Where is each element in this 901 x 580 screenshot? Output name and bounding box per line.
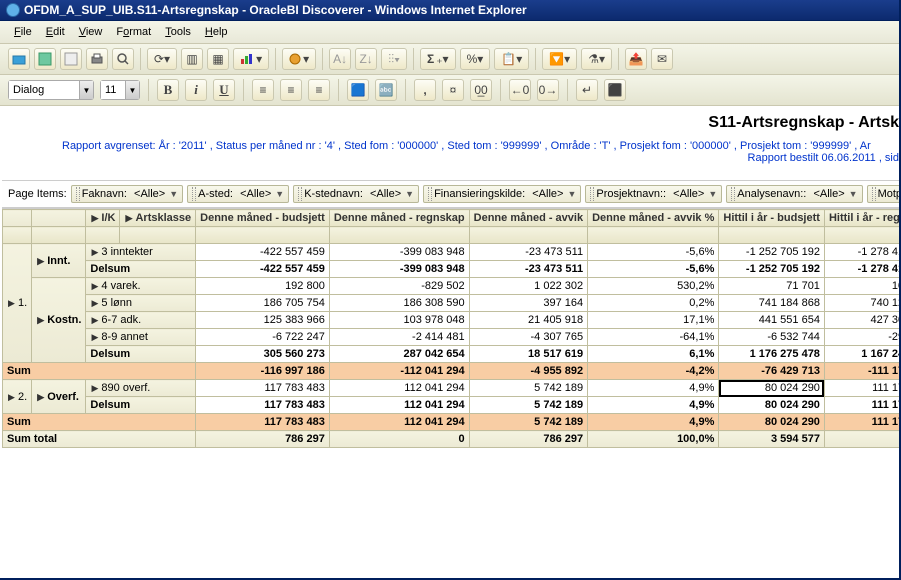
page-item-motpar[interactable]: Motpar: [867, 185, 899, 203]
col-hi-budsjett[interactable]: Hittil i år - budsjett: [719, 210, 825, 227]
col-hi-regnskap[interactable]: Hittil i år - regnskap: [824, 210, 899, 227]
window-titlebar: OFDM_A_SUP_UIB.S11-Artsregnskap - Oracle…: [0, 0, 899, 21]
pivot-table[interactable]: ▶I/K ▶Artsklasse Denne måned - budsjett …: [2, 208, 899, 448]
page-item-asted[interactable]: A-sted: <Alle>▼: [187, 185, 289, 203]
underline-button[interactable]: U: [213, 79, 235, 101]
menu-file[interactable]: File: [8, 24, 38, 40]
col-expand1[interactable]: [3, 210, 32, 227]
edit-sheet-icon[interactable]: ▥: [181, 48, 203, 70]
table-row[interactable]: ▶8-9 annet -6 722 247-2 414 481-4 307 76…: [3, 329, 900, 346]
chevron-down-icon[interactable]: ▼: [80, 80, 94, 100]
bold-button[interactable]: B: [157, 79, 179, 101]
number-button[interactable]: 0̲0: [470, 79, 492, 101]
page-item-kstednavn[interactable]: K-stednavn: <Alle>▼: [293, 185, 419, 203]
dec-decimal-button[interactable]: 0→: [537, 79, 559, 101]
page-item-faknavn[interactable]: Faknavn: <Alle>▼: [71, 185, 183, 203]
page-items-bar: Page Items: Faknavn: <Alle>▼ A-sted: <Al…: [2, 180, 899, 208]
currency-button[interactable]: ¤: [442, 79, 464, 101]
delsum-row[interactable]: Delsum 305 560 273287 042 65418 517 6196…: [3, 346, 900, 363]
report-subtitle: Rapport avgrenset: År : '2011' , Status …: [2, 140, 899, 152]
italic-button[interactable]: i: [185, 79, 207, 101]
sort-asc-icon[interactable]: A↓: [329, 48, 351, 70]
wrap-text-button[interactable]: ↵: [576, 79, 598, 101]
header-row: ▶I/K ▶Artsklasse Denne måned - budsjett …: [3, 210, 900, 227]
chevron-down-icon[interactable]: ▼: [126, 80, 140, 100]
col-expand2[interactable]: [32, 210, 86, 227]
page-item-finansiering[interactable]: Finansieringskilde: <Alle>▼: [423, 185, 581, 203]
font-name-input[interactable]: [8, 80, 80, 100]
page-item-prosjektnavn[interactable]: Prosjektnavn:: <Alle>▼: [585, 185, 722, 203]
bgcolor-button[interactable]: 🟦: [347, 79, 369, 101]
window-title: OFDM_A_SUP_UIB.S11-Artsregnskap - Oracle…: [24, 3, 527, 17]
font-name-combo[interactable]: ▼: [8, 80, 94, 100]
save-as-icon[interactable]: [60, 48, 82, 70]
chart-icon[interactable]: ▾: [233, 48, 269, 70]
sort-desc-icon[interactable]: Z↓: [355, 48, 377, 70]
header-spacer-row: [3, 227, 900, 244]
col-dm-avvik[interactable]: Denne måned - avvik: [469, 210, 587, 227]
export-icon[interactable]: 📤: [625, 48, 647, 70]
delsum-row[interactable]: Delsum -422 557 459-399 083 948-23 473 5…: [3, 261, 900, 278]
percent-icon[interactable]: %▾: [460, 48, 491, 70]
ball-icon[interactable]: ▾: [282, 48, 316, 70]
col-ik[interactable]: ▶I/K: [86, 210, 120, 227]
delsum-row[interactable]: Delsum 117 783 483112 041 2945 742 1894,…: [3, 397, 900, 414]
align-left-button[interactable]: ≡: [252, 79, 274, 101]
menu-tools[interactable]: Tools: [159, 24, 197, 40]
menubar: File Edit View Format Tools Help: [0, 21, 899, 44]
table-row[interactable]: ▶1. ▶Innt. ▶3 inntekter -422 557 459-399…: [3, 244, 900, 261]
table-row[interactable]: ▶5 lønn 186 705 754186 308 590397 1640,2…: [3, 295, 900, 312]
menu-edit[interactable]: Edit: [40, 24, 71, 40]
format-cells-button[interactable]: ⬛: [604, 79, 626, 101]
save-icon[interactable]: [34, 48, 56, 70]
refresh-icon[interactable]: ⟳▾: [147, 48, 177, 70]
toolbar-main: ⟳▾ ▥ ▦ ▾ ▾ A↓ Z↓ ⫶⫶▾ Σ₊▾ %▾ 📋▾ 🔽▾ ⚗▾ 📤 ✉: [0, 44, 899, 75]
page-item-analysenavn[interactable]: Analysenavn:: <Alle>▼: [726, 185, 862, 203]
table-row[interactable]: ▶2. ▶Overf. ▶890 overf. 117 783 483112 0…: [3, 380, 900, 397]
print-icon[interactable]: [86, 48, 108, 70]
sum-total-row[interactable]: Sum total 786 2970786 297100,0%3 594 577…: [3, 431, 900, 448]
report-content: S11-Artsregnskap - Artsk Rapport avgrens…: [0, 106, 899, 448]
menu-view[interactable]: View: [73, 24, 109, 40]
col-dm-budsjett[interactable]: Denne måned - budsjett: [196, 210, 330, 227]
col-dm-avvikp[interactable]: Denne måned - avvik %: [588, 210, 719, 227]
page-items-label: Page Items:: [8, 188, 67, 200]
layout-icon[interactable]: ▦: [207, 48, 229, 70]
toolbar-format: ▼ ▼ B i U ≡ ≡ ≡ 🟦 🔤 , ¤ 0̲0 ←0 0→ ↵ ⬛: [0, 75, 899, 106]
menu-format[interactable]: Format: [110, 24, 157, 40]
font-size-combo[interactable]: ▼: [100, 80, 140, 100]
highlighted-cell: 80 024 290: [719, 380, 825, 397]
col-artsklasse[interactable]: ▶Artsklasse: [120, 210, 196, 227]
inc-decimal-button[interactable]: ←0: [509, 79, 531, 101]
group-sort-icon[interactable]: ⫶⫶▾: [381, 48, 407, 70]
sum-row[interactable]: Sum -116 997 186-112 041 294-4 955 892-4…: [3, 363, 900, 380]
font-size-input[interactable]: [100, 80, 126, 100]
print-preview-icon[interactable]: [112, 48, 134, 70]
sum-icon[interactable]: Σ₊▾: [420, 48, 456, 70]
table-row[interactable]: ▶6-7 adk. 125 383 966103 978 04821 405 9…: [3, 312, 900, 329]
ie-icon: [6, 3, 20, 17]
comma-button[interactable]: ,: [414, 79, 436, 101]
calc-icon[interactable]: 📋▾: [494, 48, 529, 70]
mail-icon[interactable]: ✉: [651, 48, 673, 70]
table-row[interactable]: ▶Kostn. ▶4 varek. 192 800-829 5021 022 3…: [3, 278, 900, 295]
filter-icon[interactable]: 🔽▾: [542, 48, 577, 70]
fontcolor-button[interactable]: 🔤: [375, 79, 397, 101]
report-title: S11-Artsregnskap - Artsk: [708, 114, 899, 132]
open-icon[interactable]: [8, 48, 30, 70]
report-subtitle2: Rapport bestilt 06.06.2011 , sid: [2, 152, 899, 164]
align-center-button[interactable]: ≡: [280, 79, 302, 101]
align-right-button[interactable]: ≡: [308, 79, 330, 101]
col-dm-regnskap[interactable]: Denne måned - regnskap: [329, 210, 469, 227]
condition-icon[interactable]: ⚗▾: [581, 48, 612, 70]
menu-help[interactable]: Help: [199, 24, 234, 40]
sum-row[interactable]: Sum 117 783 483112 041 2945 742 1894,9%8…: [3, 414, 900, 431]
